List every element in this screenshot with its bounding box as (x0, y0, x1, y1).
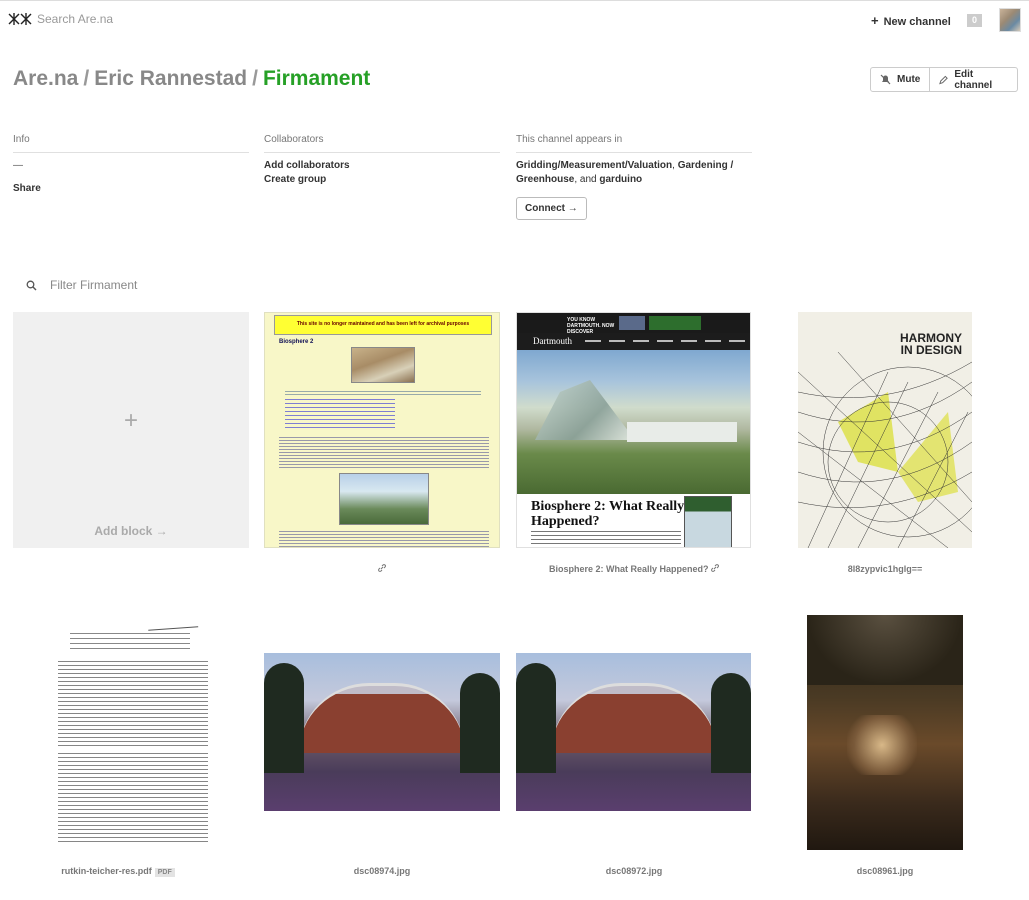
block-title: 8l8zypvic1hglg== (847, 564, 923, 574)
block-title: dsc08974.jpg (353, 866, 411, 876)
document-text (58, 661, 208, 746)
breadcrumb-separator: / (83, 67, 90, 90)
block-thumbnail[interactable] (516, 653, 751, 811)
filter-bar[interactable]: Filter Firmament (26, 278, 137, 292)
breadcrumb-root[interactable]: Are.na (13, 67, 78, 90)
breadcrumb-user[interactable]: Eric Rannestad (94, 67, 247, 90)
document-text (70, 633, 190, 653)
mute-button[interactable]: Mute (871, 68, 929, 91)
block-caption[interactable]: dsc08972.jpg (516, 866, 752, 876)
archive-banner: This site is no longer maintained and ha… (274, 315, 492, 335)
magazine-cover (684, 496, 732, 547)
search-icon (26, 280, 37, 290)
ad-banner: YOU KNOW DARTMOUTH. NOW DISCOVER (517, 313, 750, 335)
block-caption[interactable]: Biosphere 2: What Really Happened? (516, 564, 752, 574)
block-caption[interactable] (264, 564, 500, 574)
add-collaborators-link[interactable]: Add collaborators (264, 159, 500, 173)
arena-logo-icon[interactable] (8, 12, 32, 26)
tree (460, 673, 500, 773)
block-caption[interactable]: dsc08974.jpg (264, 866, 500, 876)
link-icon (711, 564, 719, 572)
add-block-label: Add block → (94, 524, 168, 538)
greenhouse-photo (339, 473, 429, 525)
article-headline: Biosphere 2: What Really Happened? (531, 499, 685, 529)
top-bar: Search Are.na + New channel 0 (0, 0, 1029, 38)
white-building (627, 422, 737, 442)
search-input[interactable]: Search Are.na (37, 12, 113, 26)
text-lines (279, 531, 489, 547)
text-lines (279, 437, 489, 469)
and-text: , and (574, 174, 597, 185)
edit-channel-button[interactable]: Edit channel (929, 68, 1017, 91)
link-icon (378, 564, 386, 572)
block-caption[interactable]: rutkin-teicher-res.pdf PDF (0, 866, 236, 877)
interior-light (847, 715, 917, 775)
ad-photo (619, 316, 645, 330)
block-thumbnail[interactable]: YOU KNOW DARTMOUTH. NOW DISCOVER Dartmou… (516, 312, 751, 548)
ad-block (649, 316, 701, 330)
arched-building (299, 683, 465, 753)
block-title: dsc08961.jpg (856, 866, 914, 876)
appears-in-section: This channel appears in Gridding/Measure… (516, 134, 752, 220)
article-text (531, 531, 681, 545)
info-section: Info — Share (13, 134, 249, 196)
filter-input[interactable]: Filter Firmament (50, 278, 137, 292)
collaborators-heading: Collaborators (264, 134, 500, 153)
user-avatar[interactable] (999, 8, 1021, 32)
appears-in-heading: This channel appears in (516, 134, 752, 153)
block-thumbnail[interactable] (264, 653, 500, 811)
edit-channel-label: Edit channel (954, 68, 993, 91)
plus-icon: + (123, 407, 138, 434)
channel-title[interactable]: Firmament (263, 67, 370, 90)
text-lines (285, 391, 481, 395)
connect-button[interactable]: Connect → (516, 197, 587, 220)
channel-actions: Mute Edit channel (870, 67, 1018, 92)
block-caption[interactable]: 8l8zypvic1hglg== (767, 564, 1003, 574)
document-text (58, 753, 208, 843)
handwriting-mark (147, 619, 199, 631)
create-group-link[interactable]: Create group (264, 173, 500, 187)
new-channel-button[interactable]: + New channel (871, 13, 951, 28)
breadcrumb: Are.na / Eric Rannestad / Firmament (13, 67, 370, 91)
collaborators-section: Collaborators Add collaborators Create g… (264, 134, 500, 187)
link-list (285, 399, 395, 429)
block-thumbnail[interactable] (40, 617, 220, 850)
share-link[interactable]: Share (13, 182, 249, 196)
block-thumbnail[interactable] (807, 615, 963, 850)
geometric-drawing (798, 352, 972, 548)
pencil-icon (939, 75, 949, 84)
breadcrumb-separator: / (252, 67, 258, 90)
tree (711, 673, 751, 773)
file-type-badge: PDF (154, 868, 175, 877)
site-brand: Dartmouth (533, 336, 572, 346)
pyramid-shape (535, 380, 635, 440)
connected-channel-link[interactable]: Gridding/Measurement/Valuation (516, 160, 672, 171)
add-block-tile[interactable]: + Add block → (13, 312, 249, 548)
block-thumbnail[interactable]: This site is no longer maintained and ha… (264, 312, 500, 548)
nav-items (585, 340, 745, 342)
ceiling (807, 615, 963, 685)
tree (264, 663, 304, 773)
mute-label: Mute (897, 74, 921, 85)
connected-channel-link[interactable]: garduino (599, 174, 642, 185)
block-title: dsc08972.jpg (605, 866, 663, 876)
block-title: Biosphere 2: What Really Happened? (548, 564, 709, 574)
block-thumbnail[interactable]: HARMONY IN DESIGN (798, 312, 972, 548)
channel-description: — (13, 160, 23, 171)
new-channel-label: New channel (883, 16, 951, 28)
page-heading: Biosphere 2 (279, 339, 314, 345)
arched-building (551, 683, 717, 753)
biosphere-photo (517, 350, 750, 494)
tree (516, 663, 556, 773)
plus-icon: + (871, 13, 879, 28)
info-heading: Info (13, 134, 249, 153)
mute-bell-icon (880, 74, 891, 85)
block-caption[interactable]: dsc08961.jpg (767, 866, 1003, 876)
block-title: rutkin-teicher-res.pdf (61, 866, 152, 876)
notification-count-badge[interactable]: 0 (967, 14, 982, 27)
biosphere-aerial-photo (351, 347, 415, 383)
site-nav: Dartmouth (517, 333, 750, 350)
